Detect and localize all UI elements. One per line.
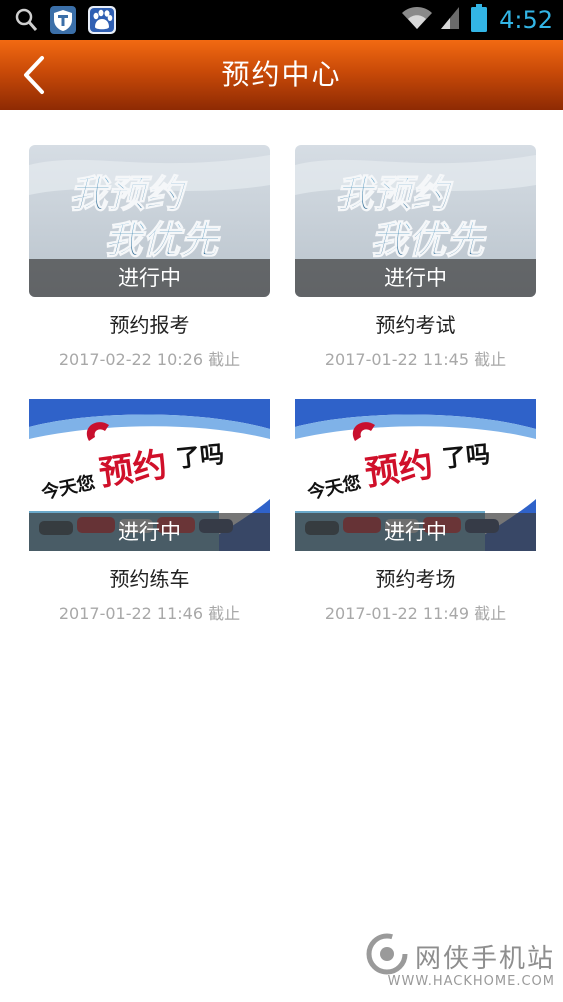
card-image: 我预约 我优先 进行中: [295, 145, 536, 297]
card-deadline: 2017-01-22 11:46 截止: [58, 604, 241, 623]
svg-text:了吗: 了吗: [175, 440, 226, 473]
card-image: 我预约 我优先 进行中: [29, 145, 270, 297]
card-exam-venue[interactable]: 今天您 预约 了吗 进行中 预约考场 2017-01-22 11:49 截止: [295, 399, 536, 624]
search-icon: [14, 7, 38, 37]
card-title: 预约练车: [109, 567, 190, 591]
shield-app-icon: [50, 6, 76, 38]
card-exam-booking[interactable]: 我预约 我优先 进行中 预约考试 2017-01-22 11:45 截止: [295, 145, 536, 370]
watermark: 网侠手机站 WWW.HACKHOME.COM: [365, 932, 555, 996]
page-title: 预约中心: [221, 58, 342, 91]
status-bar: 4:52: [0, 0, 563, 40]
status-right-icons: 4:52: [401, 0, 553, 40]
wifi-icon: [401, 5, 433, 35]
baidu-paw-icon: [88, 6, 116, 38]
battery-icon: [471, 4, 488, 36]
status-left-icons: [14, 6, 128, 38]
card-driving-practice[interactable]: 今天您 预约 了吗 进行中 预约练车 2017-01-22 11:46 截止: [29, 399, 270, 624]
watermark-logo-icon: [366, 933, 408, 975]
card-title: 预约报考: [109, 313, 190, 337]
card-deadline: 2017-02-22 10:26 截止: [58, 350, 241, 369]
svg-text:了吗: 了吗: [441, 440, 492, 473]
status-badge: 进行中: [295, 513, 536, 551]
card-image: 今天您 预约 了吗 进行中: [29, 399, 270, 551]
svg-text:我优先: 我优先: [104, 218, 221, 262]
chevron-left-icon: [24, 56, 44, 94]
svg-text:我预约: 我预约: [335, 172, 454, 216]
status-badge: 进行中: [29, 513, 270, 551]
card-image: 今天您 预约 了吗 进行中: [295, 399, 536, 551]
clock: 4:52: [499, 6, 553, 34]
card-deadline: 2017-01-22 11:45 截止: [324, 350, 507, 369]
svg-text:我优先: 我优先: [370, 218, 487, 262]
signal-icon: [439, 5, 461, 35]
svg-text:我预约: 我预约: [69, 172, 188, 216]
status-badge: 进行中: [295, 259, 536, 297]
card-title: 预约考场: [375, 567, 456, 591]
card-exam-registration[interactable]: 我预约 我优先 进行中 预约报考 2017-02-22 10:26 截止: [29, 145, 270, 370]
watermark-url: WWW.HACKHOME.COM: [387, 974, 555, 989]
card-deadline: 2017-01-22 11:49 截止: [324, 604, 507, 623]
status-badge: 进行中: [29, 259, 270, 297]
title-bar: 预约中心: [0, 40, 563, 110]
watermark-name: 网侠手机站: [415, 944, 556, 974]
card-title: 预约考试: [375, 313, 456, 337]
back-button[interactable]: [14, 52, 58, 98]
